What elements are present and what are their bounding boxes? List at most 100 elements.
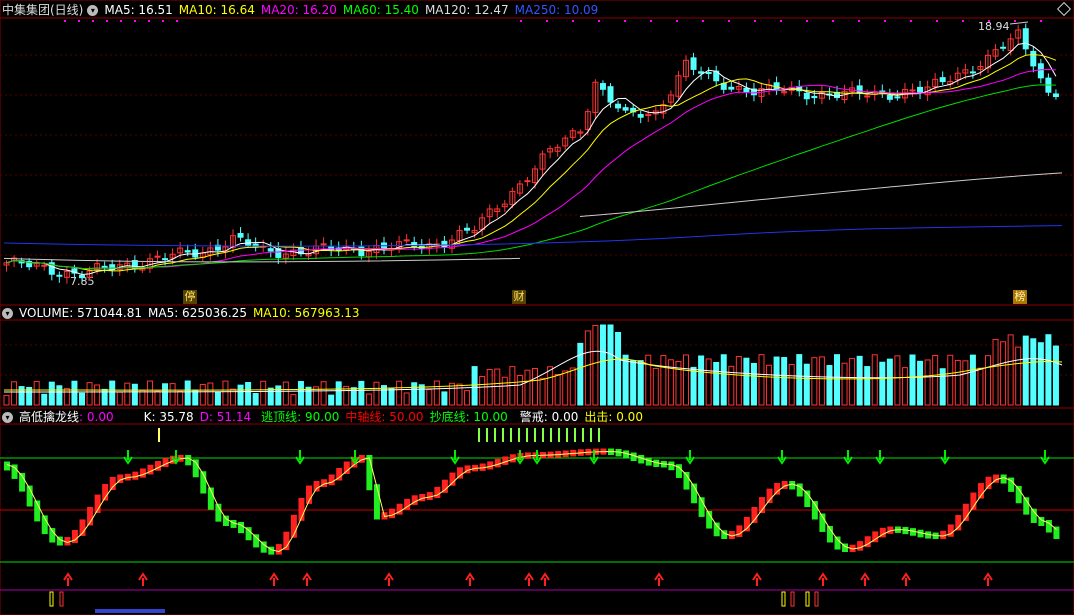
volume-bar bbox=[577, 342, 584, 406]
volume-bar bbox=[146, 380, 153, 406]
strike-marker bbox=[814, 591, 819, 607]
signal-dot bbox=[702, 20, 704, 22]
oscillator-bar bbox=[162, 457, 169, 468]
candle-body bbox=[909, 89, 916, 92]
volume-bar bbox=[781, 357, 788, 406]
volume-bar bbox=[834, 354, 840, 406]
alert-tick bbox=[502, 428, 504, 442]
volume-bar bbox=[328, 394, 335, 406]
volume-bar bbox=[199, 383, 206, 406]
volume-bar bbox=[11, 381, 18, 406]
signal-dot bbox=[546, 20, 548, 22]
volume-bar bbox=[924, 359, 931, 406]
volume-bar bbox=[599, 324, 606, 406]
volume-bar bbox=[471, 366, 478, 406]
volume-bar bbox=[743, 357, 750, 406]
signal-dot bbox=[832, 20, 834, 22]
volume-bar bbox=[992, 339, 999, 406]
volume-bar bbox=[282, 381, 289, 406]
ma5-line bbox=[6, 42, 1057, 276]
candle-body bbox=[622, 107, 629, 111]
alert-tick bbox=[518, 428, 520, 442]
volume-bar bbox=[433, 380, 440, 406]
volume-bar bbox=[464, 390, 471, 406]
candle-body bbox=[856, 85, 863, 94]
volume-bar bbox=[71, 380, 78, 406]
oscillator-bar bbox=[985, 476, 992, 490]
candle-body bbox=[894, 96, 901, 99]
signal-dot bbox=[162, 20, 164, 22]
oscillator-bar bbox=[947, 524, 954, 537]
volume-bar bbox=[698, 355, 705, 406]
candle-body bbox=[690, 57, 697, 70]
volume-bar bbox=[365, 393, 372, 406]
volume-bar bbox=[539, 377, 546, 406]
oscillator-bar bbox=[494, 458, 501, 468]
strike-marker bbox=[790, 591, 795, 607]
candle-body bbox=[320, 243, 327, 246]
candle-body bbox=[403, 239, 410, 242]
volume-bar bbox=[131, 383, 138, 406]
oscillator-bar bbox=[713, 522, 720, 537]
volume-bar bbox=[735, 355, 742, 406]
signal-dot bbox=[1014, 20, 1016, 22]
volume-bar bbox=[796, 354, 803, 406]
candle-body bbox=[1052, 93, 1059, 98]
signal-dots bbox=[64, 20, 1042, 22]
volume-bar bbox=[630, 360, 637, 406]
volume-bar bbox=[501, 376, 508, 406]
signal-dot bbox=[676, 20, 678, 22]
oscillator-bar bbox=[449, 472, 456, 486]
volume-bar bbox=[3, 394, 10, 406]
volume-bar bbox=[750, 362, 757, 406]
volume-bar bbox=[260, 380, 267, 406]
candle-body bbox=[599, 83, 606, 90]
volume-bar bbox=[63, 387, 70, 406]
alert-tick bbox=[494, 428, 496, 442]
oscillator-bar bbox=[313, 481, 320, 492]
volume-bar bbox=[56, 385, 63, 406]
volume-bar bbox=[758, 354, 765, 406]
volume-bar bbox=[871, 354, 878, 406]
candle-body bbox=[728, 86, 735, 90]
candle-body bbox=[524, 180, 531, 183]
volume-bar bbox=[169, 383, 176, 406]
volume-bar bbox=[720, 354, 727, 406]
signal-dot bbox=[780, 20, 782, 22]
volume-bar bbox=[788, 363, 795, 406]
volume-bar bbox=[426, 389, 433, 406]
oscillator-bar bbox=[4, 461, 10, 471]
volume-bar bbox=[713, 361, 720, 406]
signal-dot bbox=[106, 20, 108, 22]
oscillator-bar bbox=[328, 474, 335, 486]
candle-body bbox=[637, 114, 644, 118]
strike-marker bbox=[805, 591, 810, 607]
volume-bar bbox=[297, 381, 304, 406]
oscillator-bar bbox=[502, 456, 509, 465]
candle-body bbox=[41, 264, 48, 267]
oscillator-bar bbox=[185, 455, 192, 466]
volume-bar bbox=[494, 368, 501, 406]
volume-bar bbox=[615, 331, 622, 406]
stock-chart[interactable] bbox=[0, 0, 1074, 615]
strike-marker bbox=[781, 591, 786, 607]
signal-dot bbox=[936, 20, 938, 22]
signal-dot bbox=[988, 20, 990, 22]
volume-bar bbox=[554, 373, 561, 406]
oscillator-bar bbox=[147, 464, 154, 475]
volume-bar bbox=[192, 389, 199, 406]
volume-bar bbox=[411, 382, 418, 406]
volume-bar bbox=[962, 360, 969, 406]
volume-bar bbox=[622, 354, 629, 406]
strike-marker bbox=[59, 591, 64, 607]
volume-bar bbox=[1037, 342, 1044, 406]
candle-body bbox=[698, 71, 705, 74]
candle-body bbox=[705, 71, 712, 74]
volume-bar bbox=[683, 354, 689, 406]
oscillator-bar bbox=[955, 514, 962, 531]
ma10-line bbox=[6, 54, 1057, 272]
alert-tick bbox=[510, 428, 512, 442]
price-grid bbox=[0, 54, 1074, 376]
volume-bars bbox=[3, 324, 1059, 406]
oscillator-bar bbox=[638, 455, 645, 464]
